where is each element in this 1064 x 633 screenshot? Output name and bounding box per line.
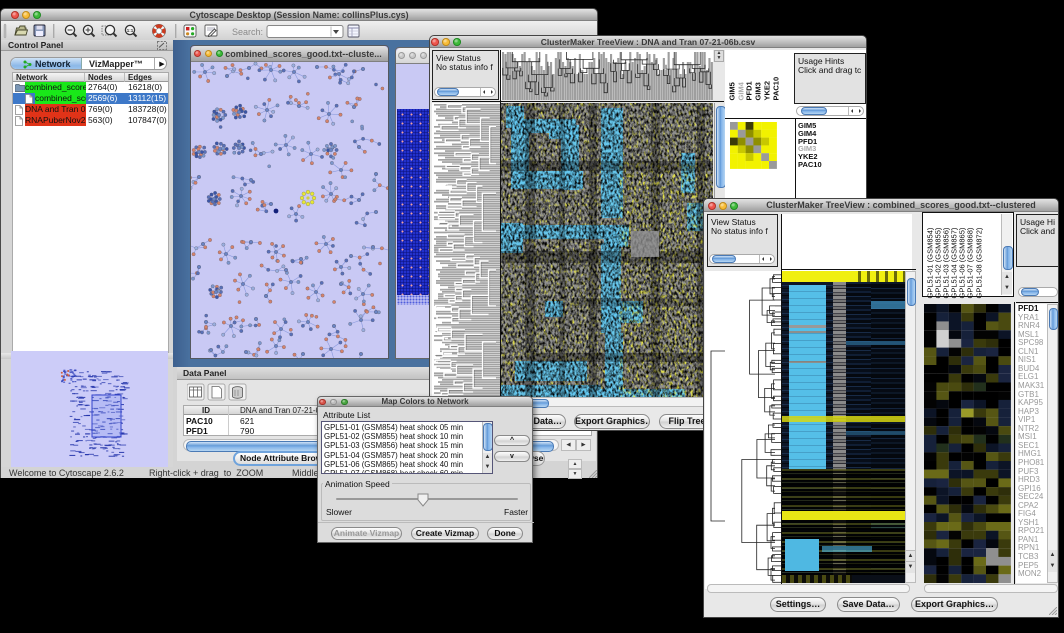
svg-text:1:1: 1:1: [127, 28, 134, 33]
svg-text:Search:: Search:: [232, 27, 263, 37]
